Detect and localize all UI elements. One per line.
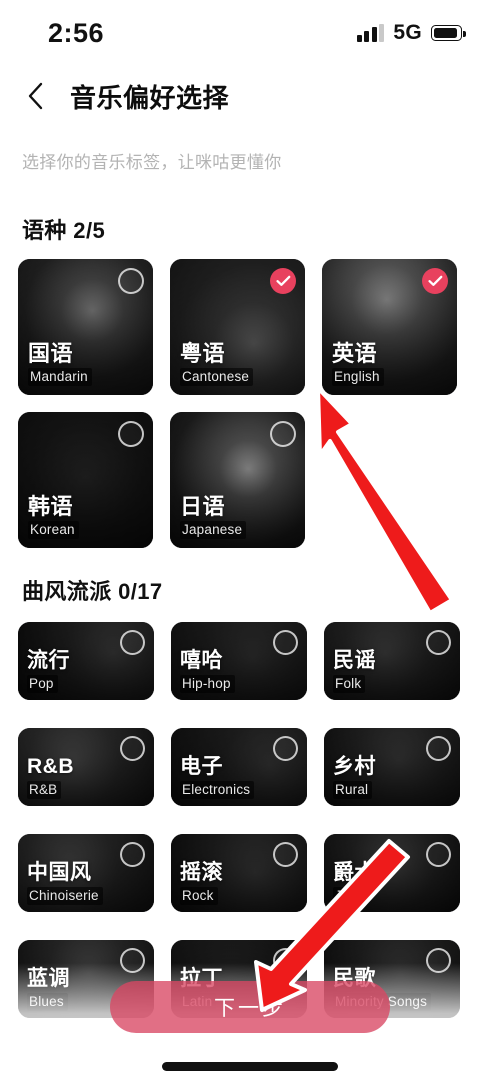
card-name-cn: 英语 bbox=[332, 340, 378, 366]
card-name-en: Japanese bbox=[180, 521, 247, 539]
card-name-en: Jazz bbox=[333, 887, 368, 905]
section-title-language: 语种 2/5 bbox=[22, 218, 106, 243]
select-circle-icon[interactable] bbox=[120, 630, 145, 655]
card-labels: 流行 Pop bbox=[27, 648, 70, 693]
page-title: 音乐偏好选择 bbox=[70, 82, 230, 113]
card-name-cn: 国语 bbox=[28, 340, 74, 366]
genre-card[interactable]: 摇滚 Rock bbox=[171, 834, 307, 912]
card-labels: 爵士 Jazz bbox=[333, 860, 376, 905]
card-name-cn: 民谣 bbox=[333, 648, 376, 672]
card-name-en: Electronics bbox=[180, 781, 255, 799]
card-labels: 摇滚 Rock bbox=[180, 860, 223, 905]
select-circle-icon[interactable] bbox=[273, 736, 298, 761]
status-time: 2:56 bbox=[48, 17, 105, 48]
card-name-cn: 电子 bbox=[180, 754, 223, 778]
genre-card-grid: 流行 Pop 嘻哈 Hip-hop 民谣 Folk R&B R&B 电子 Electronics 乡… bbox=[0, 622, 500, 1018]
genre-card[interactable]: 乡村 Rural bbox=[324, 728, 460, 806]
select-circle-icon[interactable] bbox=[120, 842, 145, 867]
selected-check-icon[interactable] bbox=[422, 268, 448, 294]
select-circle-icon[interactable] bbox=[270, 421, 296, 447]
card-name-cn: 乡村 bbox=[333, 754, 376, 778]
card-labels: 嘻哈 Hip-hop bbox=[180, 648, 235, 693]
navigation-bar: 音乐偏好选择 bbox=[0, 66, 500, 126]
page-subtitle: 选择你的音乐标签，让咪咕更懂你 bbox=[22, 153, 282, 172]
network-type-label: 5G bbox=[393, 21, 422, 44]
card-labels: 乡村 Rural bbox=[333, 754, 376, 799]
card-name-en: Korean bbox=[28, 521, 79, 539]
genre-card[interactable]: 流行 Pop bbox=[18, 622, 154, 700]
card-name-cn: 摇滚 bbox=[180, 860, 223, 884]
genre-card[interactable]: 中国风 Chinoiserie bbox=[18, 834, 154, 912]
card-labels: 蓝调 Blues bbox=[27, 966, 70, 1011]
card-name-cn: 中国风 bbox=[27, 860, 92, 884]
genre-card[interactable]: 电子 Electronics bbox=[171, 728, 307, 806]
select-circle-icon[interactable] bbox=[273, 948, 298, 973]
select-circle-icon[interactable] bbox=[118, 421, 144, 447]
home-indicator bbox=[162, 1062, 338, 1071]
card-name-en: Cantonese bbox=[180, 368, 254, 386]
chevron-left-icon bbox=[28, 82, 42, 110]
card-name-cn: 嘻哈 bbox=[180, 648, 223, 672]
card-name-en: R&B bbox=[27, 781, 62, 799]
back-button[interactable] bbox=[22, 79, 48, 113]
select-circle-icon[interactable] bbox=[273, 842, 298, 867]
status-bar: 2:56 5G bbox=[0, 0, 500, 66]
language-card[interactable]: 粤语 Cantonese bbox=[170, 259, 305, 395]
status-indicators: 5G bbox=[356, 21, 466, 45]
card-labels: R&B R&B bbox=[27, 754, 74, 799]
card-name-cn: R&B bbox=[27, 754, 74, 778]
card-name-en: Blues bbox=[27, 993, 68, 1011]
select-circle-icon[interactable] bbox=[426, 630, 451, 655]
genre-card[interactable]: 民谣 Folk bbox=[324, 622, 460, 700]
card-labels: 电子 Electronics bbox=[180, 754, 255, 799]
language-card[interactable]: 日语 Japanese bbox=[170, 412, 305, 548]
battery-icon bbox=[431, 25, 466, 41]
select-circle-icon[interactable] bbox=[120, 948, 145, 973]
language-card[interactable]: 国语 Mandarin bbox=[18, 259, 153, 395]
signal-bars-icon bbox=[356, 24, 385, 42]
card-labels: 英语 English bbox=[332, 342, 384, 386]
language-card[interactable]: 英语 English bbox=[322, 259, 457, 395]
card-name-cn: 流行 bbox=[27, 648, 70, 672]
selected-check-icon[interactable] bbox=[270, 268, 296, 294]
card-name-cn: 粤语 bbox=[180, 340, 226, 366]
card-labels: 民谣 Folk bbox=[333, 648, 376, 693]
section-title-genre: 曲风流派 0/17 bbox=[22, 579, 163, 604]
card-name-en: Mandarin bbox=[28, 368, 92, 386]
select-circle-icon[interactable] bbox=[426, 842, 451, 867]
card-name-cn: 日语 bbox=[180, 493, 226, 519]
card-labels: 国语 Mandarin bbox=[28, 342, 92, 386]
select-circle-icon[interactable] bbox=[273, 630, 298, 655]
card-name-en: Pop bbox=[27, 675, 58, 693]
card-name-en: Rock bbox=[180, 887, 218, 905]
next-step-button[interactable]: 下一步 bbox=[110, 981, 390, 1033]
genre-card[interactable]: 嘻哈 Hip-hop bbox=[171, 622, 307, 700]
card-name-cn: 蓝调 bbox=[27, 966, 70, 990]
card-name-cn: 爵士 bbox=[333, 860, 376, 884]
phone-screen: 2:56 5G 音乐偏好选择 选择你的音乐标签，让咪咕更懂你 语种 2/5 国语… bbox=[0, 0, 500, 1083]
select-circle-icon[interactable] bbox=[426, 948, 451, 973]
select-circle-icon[interactable] bbox=[426, 736, 451, 761]
select-circle-icon[interactable] bbox=[118, 268, 144, 294]
genre-card[interactable]: R&B R&B bbox=[18, 728, 154, 806]
card-name-en: Hip-hop bbox=[180, 675, 235, 693]
card-name-cn: 韩语 bbox=[28, 493, 74, 519]
card-name-en: Folk bbox=[333, 675, 366, 693]
card-name-en: English bbox=[332, 368, 384, 386]
language-card-grid: 国语 Mandarin 粤语 Cantonese 英语 English 韩语 Korean 日语… bbox=[0, 259, 500, 548]
card-labels: 韩语 Korean bbox=[28, 495, 79, 539]
language-card[interactable]: 韩语 Korean bbox=[18, 412, 153, 548]
card-labels: 中国风 Chinoiserie bbox=[27, 860, 103, 905]
card-labels: 粤语 Cantonese bbox=[180, 340, 254, 386]
select-circle-icon[interactable] bbox=[120, 736, 145, 761]
genre-card[interactable]: 爵士 Jazz bbox=[324, 834, 460, 912]
card-name-en: Rural bbox=[333, 781, 373, 799]
card-labels: 日语 Japanese bbox=[180, 493, 247, 539]
card-name-en: Chinoiserie bbox=[27, 887, 103, 905]
